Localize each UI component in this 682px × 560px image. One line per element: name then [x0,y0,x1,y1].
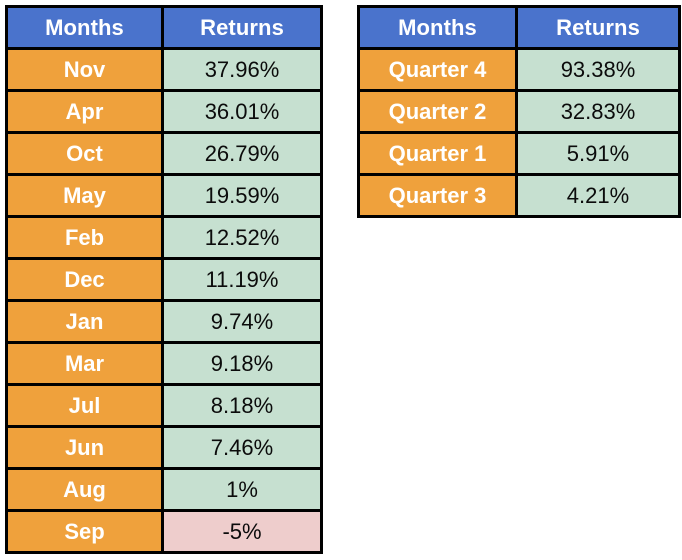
row-value-cell: 11.19% [161,257,323,302]
row-value-cell: 32.83% [515,89,681,134]
row-value-cell: 93.38% [515,47,681,92]
row-label-cell: Dec [5,257,164,302]
table-row: Sep -5% [5,509,323,554]
quarterly-table-body: Quarter 4 93.38% Quarter 2 32.83% Quarter 15… [357,47,681,218]
table-row: Quarter 3 4.21% [357,173,681,218]
row-value-cell: 9.74% [161,299,323,344]
table-header-row: Months Returns [5,5,323,50]
row-label-cell: Jan [5,299,164,344]
table-row: Quarter 4 93.38% [357,47,681,92]
row-value-cell: 36.01% [161,89,323,134]
table-row: Feb 12.52% [5,215,323,260]
table-header-row: Months Returns [357,5,681,50]
row-label-cell: Jun [5,425,164,470]
column-header-returns: Returns [161,5,323,50]
table-row: Oct 26.79% [5,131,323,176]
row-value-cell: 8.18% [161,383,323,428]
row-value-cell: 12.52% [161,215,323,260]
returns-tables-container: Months Returns Nov 37.96% Apr 36.01% Oct 26.7… [0,0,682,560]
row-value-cell: 7.46% [161,425,323,470]
row-value-cell: 4.21% [515,173,681,218]
column-header-months: Months [5,5,164,50]
table-row: Apr 36.01% [5,89,323,134]
table-row: Jan 9.74% [5,299,323,344]
monthly-returns-table: Months Returns Nov 37.96% Apr 36.01% Oct 26.7… [5,5,323,554]
row-label-cell: Quarter 1 [357,131,518,176]
row-value-cell: 9.18% [161,341,323,386]
row-label-cell: Oct [5,131,164,176]
row-value-cell: 26.79% [161,131,323,176]
row-label-cell: Nov [5,47,164,92]
row-label-cell: May [5,173,164,218]
table-row: Jul 8.18% [5,383,323,428]
row-label-cell: Sep [5,509,164,554]
row-value-cell: 5.91% [515,131,681,176]
table-row: Jun 7.46% [5,425,323,470]
row-value-cell-negative: -5% [161,509,323,554]
table-row: Quarter 2 32.83% [357,89,681,134]
row-label-cell: Aug [5,467,164,512]
row-label-cell: Mar [5,341,164,386]
row-label-cell: Feb [5,215,164,260]
quarterly-table-header: Months Returns [357,5,681,50]
table-row: Nov 37.96% [5,47,323,92]
column-header-returns: Returns [515,5,681,50]
table-row: Aug 1% [5,467,323,512]
row-value-cell: 19.59% [161,173,323,218]
column-header-months: Months [357,5,518,50]
row-label-cell: Quarter 2 [357,89,518,134]
row-label-cell: Quarter 4 [357,47,518,92]
row-label-cell: Quarter 3 [357,173,518,218]
table-row: Mar 9.18% [5,341,323,386]
table-row: May 19.59% [5,173,323,218]
row-value-cell: 37.96% [161,47,323,92]
table-row: Dec 11.19% [5,257,323,302]
monthly-table-header: Months Returns [5,5,323,50]
row-label-cell: Jul [5,383,164,428]
row-label-cell: Apr [5,89,164,134]
quarterly-returns-table: Months Returns Quarter 4 93.38% Quarter 23… [357,5,681,218]
table-row: Quarter 1 5.91% [357,131,681,176]
monthly-table-body: Nov 37.96% Apr 36.01% Oct 26.79% May 19.59% Feb 1… [5,47,323,554]
row-value-cell: 1% [161,467,323,512]
